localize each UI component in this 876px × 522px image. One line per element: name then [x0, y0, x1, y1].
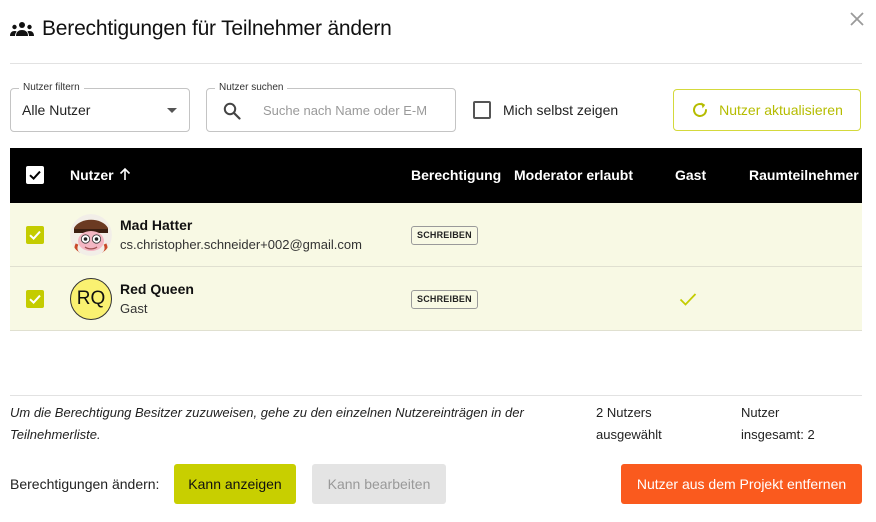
- user-filter-value: Alle Nutzer: [22, 102, 91, 118]
- check-icon: [29, 294, 41, 305]
- table-row[interactable]: Mad Hatter cs.christopher.schneider+002@…: [10, 203, 862, 267]
- avatar: [70, 214, 112, 256]
- user-filter-label: Nutzer filtern: [19, 81, 84, 95]
- footer-divider: [10, 395, 862, 396]
- select-all-checkbox[interactable]: [26, 166, 44, 184]
- check-icon: [29, 170, 41, 181]
- selected-count-line1: 2 Nutzers: [596, 405, 652, 420]
- row-checkbox[interactable]: [26, 226, 44, 244]
- show-self-label: Mich selbst zeigen: [503, 102, 619, 118]
- arrow-up-icon[interactable]: [118, 167, 132, 181]
- total-count-line1: Nutzer: [741, 405, 780, 420]
- mad-hatter-avatar-icon: [70, 214, 112, 256]
- column-header-guest[interactable]: Gast: [675, 167, 706, 183]
- refresh-icon: [693, 102, 708, 117]
- user-search-input[interactable]: [263, 100, 433, 120]
- remove-users-button[interactable]: Nutzer aus dem Projekt entfernen: [621, 464, 862, 504]
- selected-count-line2: ausgewählt: [596, 427, 662, 442]
- user-search-label: Nutzer suchen: [215, 81, 288, 95]
- row-checkbox[interactable]: [26, 290, 44, 308]
- selected-count: 2 Nutzers ausgewählt: [596, 402, 662, 446]
- user-search-field[interactable]: Nutzer suchen: [206, 81, 456, 132]
- dialog-header: Berechtigungen für Teilnehmer ändern: [10, 15, 392, 43]
- permission-badge: SCHREIBEN: [411, 290, 478, 309]
- close-icon[interactable]: [848, 10, 866, 28]
- search-icon: [223, 102, 241, 120]
- guest-check-icon: [679, 293, 697, 306]
- column-header-room[interactable]: Raumteilnehmer: [749, 167, 859, 183]
- chevron-down-icon: [167, 108, 177, 113]
- can-view-button[interactable]: Kann anzeigen: [174, 464, 296, 504]
- dialog-title: Berechtigungen für Teilnehmer ändern: [42, 17, 392, 40]
- user-filter-select[interactable]: Nutzer filtern Alle Nutzer: [10, 81, 190, 132]
- refresh-users-button[interactable]: Nutzer aktualisieren: [673, 89, 861, 131]
- total-count: Nutzer insgesamt: 2: [741, 402, 815, 446]
- show-self-checkbox[interactable]: Mich selbst zeigen: [473, 101, 618, 119]
- column-header-permission[interactable]: Berechtigung: [411, 167, 501, 183]
- refresh-users-label: Nutzer aktualisieren: [719, 102, 843, 118]
- permission-badge: SCHREIBEN: [411, 226, 478, 245]
- check-icon: [29, 230, 41, 241]
- header-divider: [10, 63, 862, 64]
- user-name: Mad Hatter: [120, 217, 193, 233]
- can-edit-button[interactable]: Kann bearbeiten: [312, 464, 446, 504]
- total-count-line2: insgesamt: 2: [741, 427, 815, 442]
- user-email: cs.christopher.schneider+002@gmail.com: [120, 237, 362, 252]
- user-role: Gast: [120, 301, 148, 316]
- column-header-moderator[interactable]: Moderator erlaubt: [514, 167, 633, 183]
- table-row[interactable]: RQ Red Queen Gast SCHREIBEN: [10, 267, 862, 331]
- people-icon: [10, 22, 34, 36]
- column-header-user[interactable]: Nutzer: [70, 167, 114, 183]
- owner-hint: Um die Berechtigung Besitzer zuzuweisen,…: [10, 405, 524, 442]
- show-self-checkbox-box[interactable]: [473, 101, 491, 119]
- permissions-label: Berechtigungen ändern:: [10, 476, 160, 492]
- table-header: Nutzer Berechtigung Moderator erlaubt Ga…: [10, 148, 862, 203]
- avatar: RQ: [70, 278, 112, 320]
- user-name: Red Queen: [120, 281, 194, 297]
